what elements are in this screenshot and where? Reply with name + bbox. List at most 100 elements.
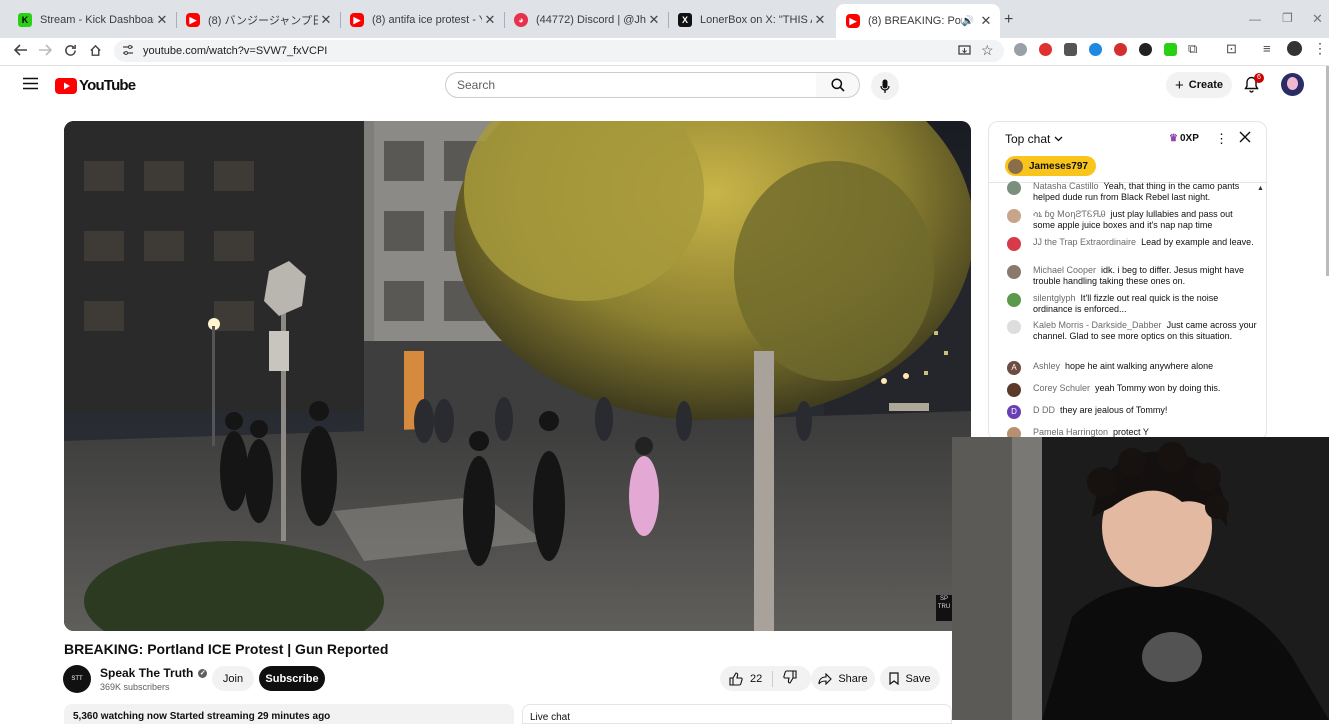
discord-icon: ◕ [514,13,528,27]
extension-icon[interactable] [1014,43,1027,56]
chat-author-avatar[interactable] [1007,383,1021,397]
extension-icon[interactable] [1064,43,1077,56]
extension-icon[interactable] [1089,43,1102,56]
tab-youtube-antifa[interactable]: ▶ (8) antifa ice protest - YouTube ✕ [340,6,504,34]
microphone-icon [880,79,890,93]
search-button[interactable] [816,72,860,98]
extension-icon[interactable] [1114,43,1127,56]
chat-message[interactable]: Natasha Castillo Yeah, that thing in the … [1007,181,1257,203]
tab-youtube-breaking[interactable]: ▶ (8) BREAKING: Portland ICE 🔊 ✕ [836,4,1000,38]
notifications-button[interactable]: 6 [1244,73,1264,98]
account-avatar[interactable] [1281,73,1304,96]
kick-extension-icon[interactable] [1164,43,1177,56]
chat-author-avatar[interactable] [1007,209,1021,223]
tab-youtube-bungee[interactable]: ▶ (8) バンジージャンプ日和 10/9 @H ✕ [176,6,340,34]
chat-author-name[interactable]: Ashley [1033,361,1060,371]
chat-mode-dropdown[interactable]: Top chat [1005,132,1063,146]
chat-author-avatar[interactable]: A [1007,361,1021,375]
chat-author-avatar[interactable] [1007,237,1021,251]
xp-counter[interactable]: ♛ 0XP [1169,133,1199,144]
address-bar[interactable]: youtube.com/watch?v=SVW7_fxVCPI ☆ [114,40,1004,62]
site-info-icon[interactable] [122,44,134,59]
speaker-icon[interactable]: 🔊 [962,16,974,27]
new-tab-button[interactable]: + [1004,11,1013,29]
tab-x-lonerbox[interactable]: X LonerBox on X: "THIS ABSOLUT ✕ [668,6,834,34]
join-button[interactable]: Join [212,666,254,691]
subscribe-button[interactable]: Subscribe [259,666,325,691]
chat-scroll-up-icon[interactable]: ▲ [1257,185,1264,192]
channel-name-link[interactable]: Speak The Truth ✓ [100,666,208,680]
chat-author-avatar[interactable] [1007,293,1021,307]
tab-title: Stream - Kick Dashboard [40,14,154,26]
voice-search-button[interactable] [871,72,899,100]
share-button[interactable]: Share [811,666,875,691]
home-button[interactable] [83,38,107,62]
chat-message[interactable]: Corey Schuler yeah Tommy won by doing thi… [1007,383,1257,397]
channel-watermark[interactable]: SP TRU [936,595,952,621]
extensions-puzzle-icon[interactable]: ⧉ [1188,41,1197,57]
live-chat-panel-header[interactable]: Live chat [522,704,952,724]
media-controls-icon[interactable]: ≡ [1263,41,1271,56]
chat-author-name[interactable]: Natasha Castillo [1033,181,1099,191]
bookmark-star-icon[interactable]: ☆ [981,42,994,59]
save-button[interactable]: Save [880,666,940,691]
create-button[interactable]: + Create [1166,72,1232,98]
chat-author-name[interactable]: silentglyph [1033,293,1076,303]
profile-avatar[interactable] [1287,41,1302,56]
close-tab-icon[interactable]: ✕ [978,13,994,29]
extension-icon[interactable] [1139,43,1152,56]
chat-message[interactable]: JJ the Trap Extraordinaire Lead by exampl… [1007,237,1257,251]
description-box[interactable]: 5,360 watching now Started streaming 29 … [64,704,514,724]
chat-author-name[interactable]: Kaleb Morris - Darkside_Dabber [1033,320,1162,330]
chat-author-avatar[interactable] [1007,181,1021,195]
close-tab-icon[interactable]: ✕ [812,12,828,28]
back-button[interactable] [9,38,33,62]
youtube-logo[interactable]: YouTube [55,77,136,94]
like-button[interactable]: 22 [729,671,762,686]
chat-message[interactable]: Michael Cooper idk. i beg to differ. Jesu… [1007,265,1257,287]
forward-button[interactable] [33,38,57,62]
video-player[interactable]: SP TRU [64,121,971,631]
search-icon [830,78,845,92]
chat-author-name[interactable]: Corey Schuler [1033,383,1090,393]
chat-author-avatar[interactable] [1007,265,1021,279]
chat-author-name[interactable]: D DD [1033,405,1055,415]
thumbs-down-icon [783,670,797,684]
install-app-icon[interactable] [958,44,971,60]
pinned-user-chip[interactable]: Jameses797 [1005,156,1096,176]
channel-avatar[interactable]: STT [63,665,91,693]
minimize-button[interactable]: — [1249,12,1261,26]
tab-search-icon[interactable]: ⊡ [1226,41,1237,57]
chat-author-name[interactable]: JJ the Trap Extraordinaire [1033,237,1136,247]
chat-author-name[interactable]: ሳኒ ɓƍ M໐ηƧƬᏋЯᎯ [1033,209,1106,219]
close-window-button[interactable]: ✕ [1312,11,1323,27]
close-tab-icon[interactable]: ✕ [318,12,334,28]
chat-author-name[interactable]: Pamela Harrington [1033,427,1108,437]
url-text: youtube.com/watch?v=SVW7_fxVCPI [143,45,328,57]
close-tab-icon[interactable]: ✕ [154,12,170,28]
live-chat-panel: Top chat ♛ 0XP ⋮ Jameses797 ▲ Natasha Ca… [988,121,1267,441]
browser-menu-icon[interactable]: ⋮ [1313,40,1327,57]
chat-author-avatar[interactable] [1007,320,1021,334]
chat-message[interactable]: D D DD they are jealous of Tommy! [1007,405,1257,419]
tab-kick-dashboard[interactable]: K Stream - Kick Dashboard ✕ [8,6,176,34]
chat-author-avatar[interactable]: D [1007,405,1021,419]
close-tab-icon[interactable]: ✕ [646,12,662,28]
search-input[interactable]: Search [445,72,817,98]
adblock-icon[interactable] [1039,43,1052,56]
restore-button[interactable]: ❐ [1282,11,1293,25]
guide-menu-icon[interactable] [23,77,38,95]
reload-button[interactable] [58,38,82,62]
dislike-button[interactable] [783,670,797,687]
verified-check-icon: ✓ [198,668,208,678]
close-chat-button[interactable] [1239,130,1251,148]
chat-message[interactable]: ሳኒ ɓƍ M໐ηƧƬᏋЯᎯ just play lullabies and pa… [1007,209,1257,231]
chat-more-options-icon[interactable]: ⋮ [1215,131,1228,147]
chat-message[interactable]: A Ashley hope he aint walking anywhere alo… [1007,361,1257,375]
tab-discord[interactable]: ◕ (44772) Discord | @Jhunter ✕ [504,6,668,34]
chat-message[interactable]: silentglyph It'll fizzle out real quick i… [1007,293,1257,315]
close-tab-icon[interactable]: ✕ [482,12,498,28]
chat-message[interactable]: Kaleb Morris - Darkside_Dabber Just came … [1007,320,1257,342]
plus-icon: + [1174,76,1184,94]
chat-author-name[interactable]: Michael Cooper [1033,265,1096,275]
